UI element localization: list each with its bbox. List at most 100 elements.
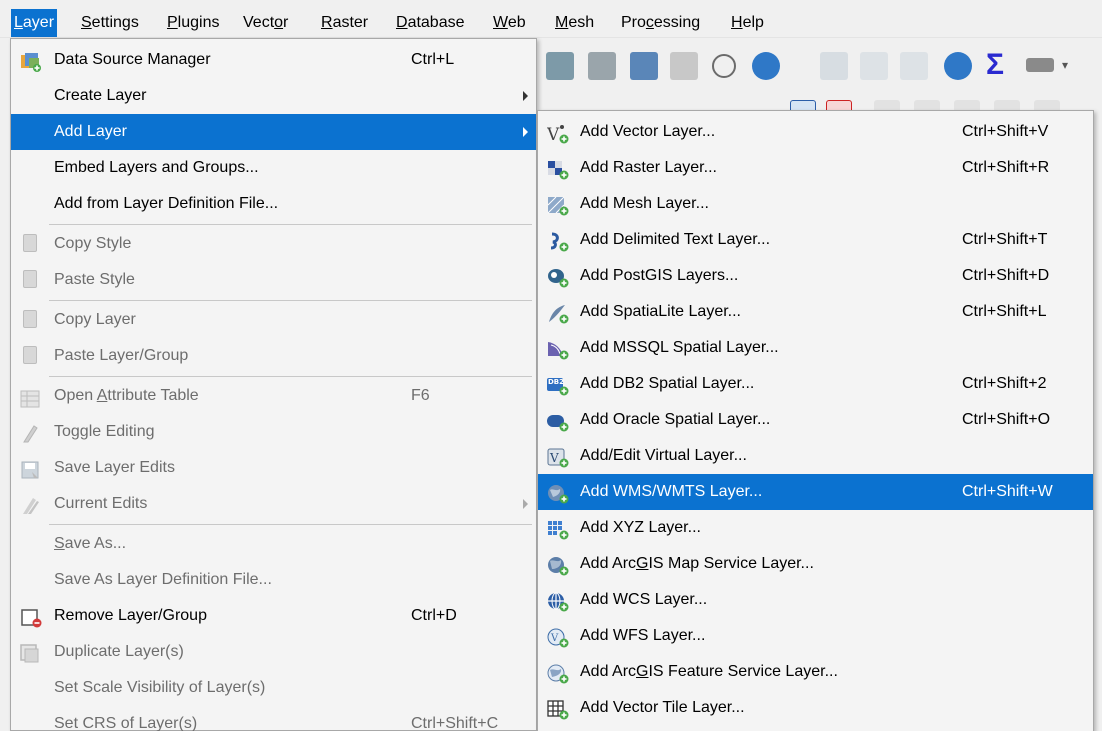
menubar-database[interactable]: Database	[393, 9, 468, 37]
paste-layer-icon	[23, 346, 37, 364]
menu-item-add-from-layer-definition[interactable]: Add from Layer Definition File...	[11, 186, 536, 222]
menu-separator	[49, 524, 532, 525]
menu-item-add-delimited-text-layer[interactable]: Add Delimited Text Layer... Ctrl+Shift+T	[538, 222, 1093, 258]
toolbar-measure-icon[interactable]	[1026, 58, 1054, 72]
menu-item-paste-layer-group[interactable]: Paste Layer/Group	[11, 338, 536, 374]
db2-icon: DB2	[547, 374, 569, 396]
menu-item-add-arcgis-map-service-layer[interactable]: Add ArcGIS Map Service Layer...	[538, 546, 1093, 582]
menu-separator	[49, 224, 532, 225]
menu-item-add-mesh-layer[interactable]: Add Mesh Layer...	[538, 186, 1093, 222]
toolbar-layer2-icon[interactable]	[588, 52, 616, 80]
delimited-text-icon	[547, 230, 569, 252]
menu-item-add-wms-wmts-layer[interactable]: Add WMS/WMTS Layer... Ctrl+Shift+W	[538, 474, 1093, 510]
menubar-raster[interactable]: Raster	[318, 9, 371, 37]
menu-item-duplicate-layers[interactable]: Duplicate Layer(s)	[11, 634, 536, 670]
toolbar-identify-icon[interactable]	[820, 52, 848, 80]
menu-item-add-oracle-spatial-layer[interactable]: Add Oracle Spatial Layer... Ctrl+Shift+O	[538, 402, 1093, 438]
menu-item-save-layer-edits[interactable]: Save Layer Edits	[11, 450, 536, 486]
svg-text:V: V	[550, 633, 559, 644]
virtual-layer-icon: V	[547, 446, 569, 468]
menubar-mesh[interactable]: Mesh	[552, 9, 597, 37]
toolbar-layer3-icon[interactable]	[630, 52, 658, 80]
oracle-icon	[547, 410, 569, 432]
add-layer-submenu: V Add Vector Layer... Ctrl+Shift+V Add R…	[537, 110, 1094, 731]
menu-item-add-raster-layer[interactable]: Add Raster Layer... Ctrl+Shift+R	[538, 150, 1093, 186]
toolbar-row-1: Σ ▾	[530, 40, 1102, 90]
menu-item-save-as-layer-definition[interactable]: Save As Layer Definition File...	[11, 562, 536, 598]
attribute-table-icon	[20, 386, 42, 408]
menu-item-toggle-editing[interactable]: Toggle Editing	[11, 414, 536, 450]
menu-item-remove-layer-group[interactable]: Remove Layer/Group Ctrl+D	[11, 598, 536, 634]
menu-item-add-spatialite-layer[interactable]: Add SpatiaLite Layer... Ctrl+Shift+L	[538, 294, 1093, 330]
menu-item-add-edit-virtual-layer[interactable]: V Add/Edit Virtual Layer...	[538, 438, 1093, 474]
remove-layer-icon	[20, 606, 42, 628]
menu-item-embed-layers[interactable]: Embed Layers and Groups...	[11, 150, 536, 186]
submenu-arrow-icon	[523, 499, 528, 509]
menu-item-add-arcgis-feature-service-layer[interactable]: Add ArcGIS Feature Service Layer...	[538, 654, 1093, 690]
menubar-layer[interactable]: Layer	[11, 9, 58, 37]
menu-item-add-postgis-layers[interactable]: Add PostGIS Layers... Ctrl+Shift+D	[538, 258, 1093, 294]
toolbar-table-icon[interactable]	[860, 52, 888, 80]
svg-text:V: V	[549, 451, 559, 465]
copy-style-icon	[23, 234, 37, 252]
submenu-arrow-icon	[523, 127, 528, 137]
vector-layer-icon: V	[546, 122, 569, 145]
menu-item-set-scale-visibility[interactable]: Set Scale Visibility of Layer(s)	[11, 670, 536, 706]
spatialite-icon	[547, 302, 569, 324]
menu-item-add-xyz-layer[interactable]: Add XYZ Layer...	[538, 510, 1093, 546]
menu-item-create-layer[interactable]: Create Layer	[11, 78, 536, 114]
menu-item-save-as[interactable]: Save As...	[11, 526, 536, 562]
wms-icon	[547, 482, 569, 504]
menubar-vector[interactable]: Vector	[240, 9, 291, 37]
raster-layer-icon	[547, 158, 569, 180]
menu-item-add-vector-layer[interactable]: V Add Vector Layer... Ctrl+Shift+V	[538, 114, 1093, 150]
copy-layer-icon	[23, 310, 37, 328]
mssql-icon	[547, 338, 569, 360]
menu-item-current-edits[interactable]: Current Edits	[11, 486, 536, 522]
menubar: Layer Settings Plugins Vector Raster Dat…	[0, 0, 1102, 38]
menu-item-add-wcs-layer[interactable]: Add WCS Layer...	[538, 582, 1093, 618]
data-source-manager-icon	[20, 50, 42, 72]
menu-separator	[49, 300, 532, 301]
duplicate-layer-icon	[20, 642, 42, 663]
menu-item-data-source-manager[interactable]: Data Source Manager Ctrl+L	[11, 42, 536, 78]
menu-item-add-vector-tile-layer[interactable]: Add Vector Tile Layer...	[538, 690, 1093, 726]
menu-item-open-attribute-table[interactable]: Open Attribute Table F6	[11, 378, 536, 414]
menu-item-copy-layer[interactable]: Copy Layer	[11, 302, 536, 338]
menu-item-add-db2-spatial-layer[interactable]: DB2 Add DB2 Spatial Layer... Ctrl+Shift+…	[538, 366, 1093, 402]
menubar-settings[interactable]: Settings	[78, 9, 142, 37]
postgis-icon	[547, 266, 569, 288]
menubar-processing[interactable]: Processing	[618, 9, 703, 37]
toolbar-measure-dropdown-icon[interactable]: ▾	[1062, 58, 1068, 72]
toolbar-layer-icon[interactable]	[546, 52, 574, 80]
arcgis-map-icon	[547, 554, 569, 576]
submenu-arrow-icon	[523, 91, 528, 101]
menubar-plugins[interactable]: Plugins	[164, 9, 222, 37]
current-edits-icon	[20, 494, 42, 514]
svg-text:V: V	[547, 125, 560, 144]
save-edits-icon	[20, 458, 42, 479]
menubar-web[interactable]: Web	[490, 9, 529, 37]
paste-style-icon	[23, 270, 37, 288]
menubar-help[interactable]: Help	[728, 9, 767, 37]
vector-tile-icon	[547, 698, 569, 720]
mesh-layer-icon	[547, 194, 569, 216]
menu-item-add-mssql-spatial-layer[interactable]: Add MSSQL Spatial Layer...	[538, 330, 1093, 366]
toolbar-map-icon[interactable]	[670, 52, 698, 80]
toolbar-refresh-icon[interactable]	[752, 52, 780, 80]
arcgis-feature-icon	[547, 662, 569, 684]
menu-item-add-wfs-layer[interactable]: V Add WFS Layer...	[538, 618, 1093, 654]
menu-item-copy-style[interactable]: Copy Style	[11, 226, 536, 262]
wfs-icon: V	[547, 626, 569, 648]
toolbar-gear-icon[interactable]	[944, 52, 972, 80]
toolbar-sum-icon[interactable]: Σ	[986, 48, 1004, 82]
menu-item-set-crs[interactable]: Set CRS of Layer(s) Ctrl+Shift+C	[11, 706, 536, 731]
layer-menu: Data Source Manager Ctrl+L Create Layer …	[10, 38, 537, 731]
menu-item-paste-style[interactable]: Paste Style	[11, 262, 536, 298]
menu-item-add-layer[interactable]: Add Layer	[11, 114, 536, 150]
menu-separator	[49, 376, 532, 377]
wcs-icon	[547, 590, 569, 612]
toolbar-clock-icon[interactable]	[712, 54, 736, 78]
pencil-icon	[20, 422, 42, 443]
toolbar-stats-icon[interactable]	[900, 52, 928, 80]
